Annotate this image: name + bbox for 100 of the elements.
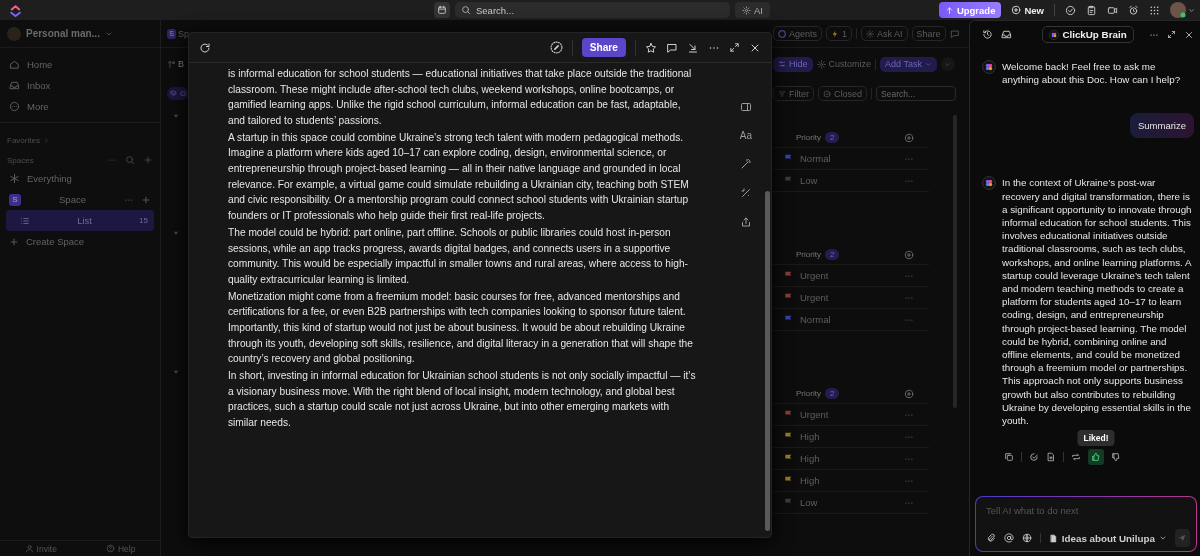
help-button[interactable]: Help: [105, 543, 136, 554]
count-badge: 2: [824, 249, 840, 260]
add-column-icon[interactable]: [904, 132, 914, 143]
help-icon: [105, 544, 115, 553]
table-cell-text: Low: [800, 175, 819, 186]
arrow-up-icon: [944, 5, 954, 15]
expand-icon[interactable]: [729, 42, 740, 53]
download-icon[interactable]: [687, 41, 699, 54]
chat-message: Welcome back! Feel free to ask me anything about this Doc. How can I help?: [1002, 60, 1182, 87]
slash-icon[interactable]: [739, 187, 752, 199]
star-icon[interactable]: [645, 41, 657, 54]
paragraph: A startup in this space could combine Ukraine’s strong tech talent with modern pedagogical methods. Imagine a platform where kids aged 10–17 can explore coding, design, environmental science, or entrepreneurship through project-based learning — all in their native language and grounded in local relevance. For example, a virtual game could simulate rebuilding a Ukrainian city, teaching both STEM and civic responsibility. Or a mentorship program could connect school students with Ukrainian startup founders or IT professionals who help guide their first real-life projects.: [228, 130, 690, 223]
inbox-icon: [9, 80, 20, 91]
agents-button[interactable]: Agents: [773, 26, 823, 41]
context-dropdown[interactable]: Ideas about Unilupa: [1048, 532, 1167, 544]
thumbs-down-icon[interactable]: [1111, 452, 1121, 463]
customize-button[interactable]: Customize: [816, 59, 872, 69]
workspace-switcher[interactable]: Personal man...: [0, 20, 160, 48]
list-icon: [20, 215, 30, 226]
table-cell-text: Low: [800, 497, 819, 508]
at-icon[interactable]: [1004, 533, 1014, 543]
close-icon[interactable]: [1184, 29, 1194, 40]
hide-button[interactable]: Hide: [773, 56, 813, 72]
share-button[interactable]: Share: [581, 38, 626, 57]
sparkle-icon: [1049, 29, 1060, 40]
gear-icon: [816, 59, 826, 69]
search-field[interactable]: Search...: [876, 86, 956, 101]
plus-icon: [9, 236, 19, 247]
sidebar-item[interactable]: Everything: [0, 168, 160, 189]
create-space-button[interactable]: Create Space: [0, 231, 160, 252]
chevron-down-icon: [944, 60, 952, 68]
check-circle-icon[interactable]: [1065, 4, 1076, 16]
add-column-icon[interactable]: [904, 388, 914, 399]
scrollbar[interactable]: [765, 191, 770, 531]
video-icon[interactable]: [1107, 4, 1118, 16]
sidebar-item[interactable]: List 15: [6, 210, 154, 231]
table-cell-text: Urgent: [800, 409, 830, 420]
ai-button[interactable]: AI: [735, 2, 770, 18]
check-icon[interactable]: [1029, 452, 1039, 463]
table-cell-text: High: [800, 453, 821, 464]
new-button[interactable]: New: [1011, 4, 1044, 16]
nav-item[interactable]: Home: [0, 54, 160, 75]
expand-icon[interactable]: [1167, 30, 1176, 39]
comment-icon[interactable]: [666, 41, 678, 54]
table-cell-text: Urgent: [800, 270, 830, 281]
automations-button[interactable]: 1: [826, 26, 853, 41]
plus-icon: [1011, 5, 1022, 15]
doc-add-icon[interactable]: [1046, 452, 1056, 463]
calendar-button[interactable]: [434, 2, 450, 18]
lightning-icon: [831, 29, 840, 38]
column-header: Priority: [796, 250, 821, 259]
user-icon: [24, 544, 34, 553]
search-field[interactable]: Search...: [455, 2, 730, 18]
gear-icon: [742, 5, 751, 15]
upgrade-button[interactable]: Upgrade: [938, 2, 1002, 18]
filter-button[interactable]: Filter: [773, 86, 814, 101]
format-button[interactable]: Aa: [739, 130, 752, 141]
share-button[interactable]: Share: [911, 26, 946, 41]
nav-item[interactable]: Inbox: [0, 75, 160, 96]
nav-item[interactable]: More: [0, 96, 160, 117]
avatar-icon[interactable]: [1170, 2, 1186, 18]
file-icon: [1048, 533, 1058, 543]
check-circle-icon: [823, 89, 831, 98]
add-column-icon[interactable]: [904, 249, 914, 260]
clipboard-icon[interactable]: [1086, 4, 1097, 16]
invite-button[interactable]: Invite: [24, 543, 57, 554]
paragraph: is informal education for school students — educational initiatives that take place outside the traditional classroom. These might include after-school tech clubs, weekend workshops, online bootcamps, or gamified learning apps. Unlike the rigid school curriculum, informal education can be fast, adaptable, and tailored to students’ passions.: [228, 67, 693, 128]
add-task-button[interactable]: Add Task: [880, 56, 937, 72]
table-cell-text: High: [800, 431, 821, 442]
globe-icon[interactable]: [1022, 533, 1032, 543]
share-icon[interactable]: [739, 216, 752, 228]
inbox-icon[interactable]: [1001, 29, 1012, 40]
paragraph: The model could be hybrid: part online, part offline. Schools or public libraries could host in-person sessions, while an app tracks progress, awards digital badges, and connects users in a supportive community. This would be especially impactful in smaller towns and rural areas, where access to high-quality extracurricular learning is limited.: [228, 225, 689, 287]
table-cell-text: Normal: [800, 153, 832, 164]
wand-icon[interactable]: [739, 158, 752, 170]
thumbs-up-icon: [1091, 452, 1101, 463]
calendar-icon: [437, 5, 447, 15]
sliders-icon: [778, 60, 786, 68]
toolbar-label[interactable]: B: [178, 59, 184, 69]
logo-icon[interactable]: [9, 3, 22, 17]
count-badge: 2: [824, 132, 840, 143]
panel-icon[interactable]: [739, 101, 752, 113]
circle-icon: [778, 29, 786, 38]
history-icon[interactable]: [982, 29, 993, 40]
home-icon: [9, 59, 20, 70]
layers-icon: [170, 90, 177, 97]
dashed-circle-icon[interactable]: [549, 41, 563, 54]
chevron-down-icon[interactable]: [1188, 6, 1195, 14]
grid-icon[interactable]: [1149, 4, 1160, 16]
ask-ai-button[interactable]: Ask AI: [861, 26, 908, 41]
space-avatar: S: [9, 193, 21, 206]
closed-button[interactable]: Closed: [818, 86, 867, 101]
paperclip-icon[interactable]: [986, 533, 996, 543]
repeat-icon[interactable]: [1071, 452, 1081, 463]
copy-icon[interactable]: [1004, 452, 1014, 463]
alarm-icon[interactable]: [1128, 4, 1139, 16]
send-icon: [1177, 533, 1188, 543]
more-icon: [9, 101, 20, 112]
sync-icon[interactable]: [199, 41, 211, 54]
brain-button[interactable]: ClickUp Brain: [1042, 26, 1134, 43]
